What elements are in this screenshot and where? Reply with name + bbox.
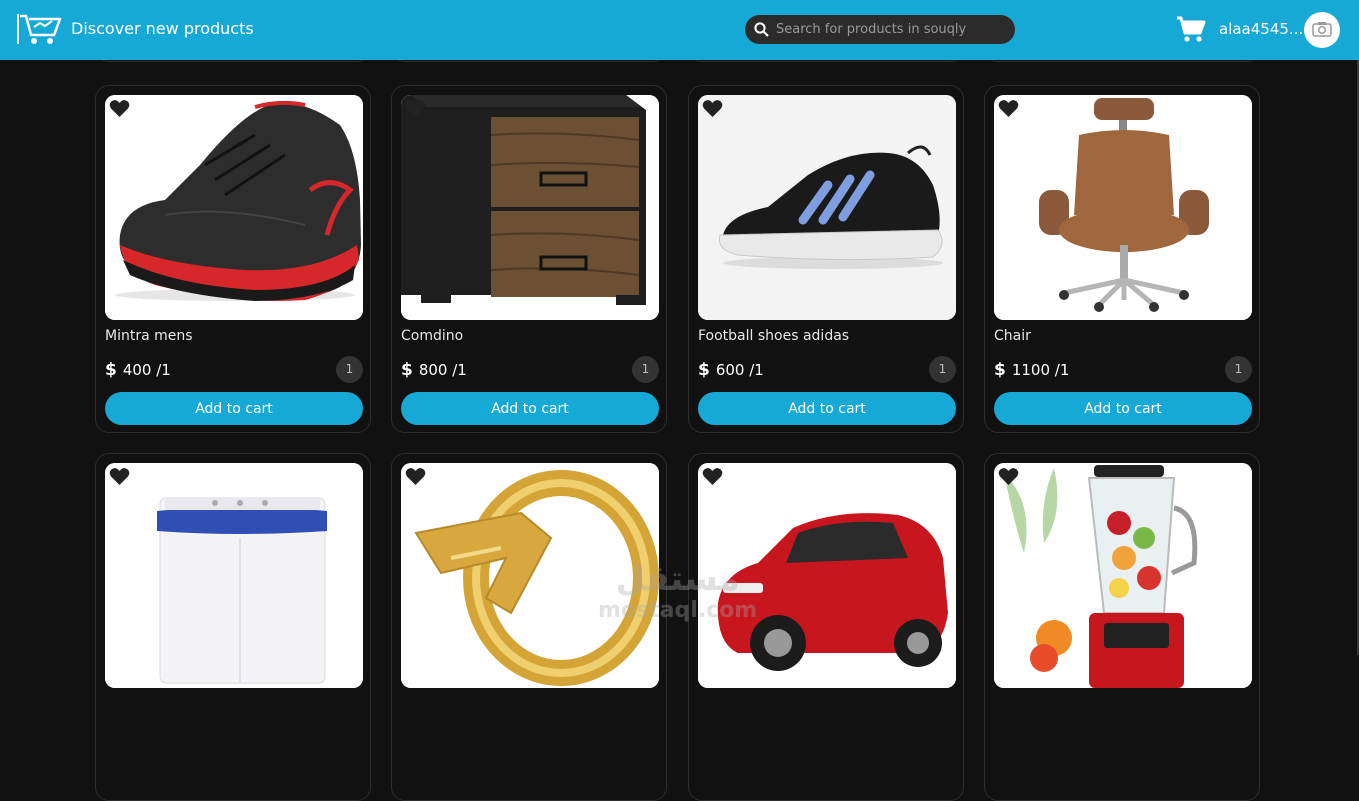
price-value: 400 /1 (122, 361, 171, 379)
watermark-latin: mostaql.com (598, 598, 758, 623)
quantity-badge[interactable]: 1 (336, 356, 363, 383)
product-card (688, 453, 964, 801)
product-name: Comdino (401, 328, 464, 344)
watermark: مستقل mostaql.com (598, 560, 757, 624)
search-input[interactable] (776, 15, 1006, 44)
dollar-icon: $ (401, 360, 413, 380)
quantity-badge[interactable]: 1 (929, 356, 956, 383)
product-image-washing-machine[interactable] (105, 463, 363, 688)
product-name: Mintra mens (105, 328, 193, 344)
product-card: Mintra mens $400 /1 1 Add to cart (95, 85, 371, 433)
avatar-camera-icon (1312, 22, 1332, 37)
product-card: Football shoes adidas $600 /1 1 Add to c… (688, 85, 964, 433)
favorite-heart-icon[interactable] (109, 99, 130, 118)
product-price: $600 /1 (698, 360, 764, 380)
product-image-sneaker[interactable] (105, 95, 363, 320)
add-to-cart-button[interactable]: Add to cart (105, 392, 363, 425)
product-image-adidas-shoe[interactable] (698, 95, 956, 320)
quantity-badge[interactable]: 1 (632, 356, 659, 383)
add-to-cart-button[interactable]: Add to cart (401, 392, 659, 425)
price-value: 800 /1 (418, 361, 467, 379)
search-icon[interactable] (754, 22, 769, 37)
dollar-icon: $ (105, 360, 117, 380)
product-price: $400 /1 (105, 360, 171, 380)
favorite-heart-icon[interactable] (702, 99, 723, 118)
favorite-heart-icon[interactable] (998, 467, 1019, 486)
quantity-badge[interactable]: 1 (1225, 356, 1252, 383)
product-price: $800 /1 (401, 360, 467, 380)
favorite-heart-icon[interactable] (109, 467, 130, 486)
price-value: 1100 /1 (1011, 361, 1070, 379)
add-to-cart-button[interactable]: Add to cart (994, 392, 1252, 425)
username-label[interactable]: alaa4545... (1219, 20, 1303, 38)
product-image-nightstand[interactable] (401, 95, 659, 320)
product-card: Comdino $800 /1 1 Add to cart (391, 85, 667, 433)
top-navbar: Discover new products alaa4545... (0, 0, 1359, 60)
product-image-chair[interactable] (994, 95, 1252, 320)
shopping-cart-icon[interactable] (1176, 15, 1206, 43)
favorite-heart-icon[interactable] (998, 99, 1019, 118)
cart-logo-icon[interactable] (16, 11, 62, 47)
add-to-cart-button[interactable]: Add to cart (698, 392, 956, 425)
search-bar[interactable] (745, 15, 1015, 44)
product-card (391, 453, 667, 801)
product-name: Football shoes adidas (698, 328, 850, 344)
product-card (95, 453, 371, 801)
product-card: Chair $1100 /1 1 Add to cart (984, 85, 1260, 433)
favorite-heart-icon[interactable] (405, 99, 426, 118)
favorite-heart-icon[interactable] (405, 467, 426, 486)
page-title: Discover new products (71, 19, 254, 38)
dollar-icon: $ (994, 360, 1006, 380)
product-name: Chair (994, 328, 1031, 344)
product-card (984, 453, 1260, 801)
watermark-arabic: مستقل (615, 559, 740, 599)
avatar[interactable] (1304, 12, 1340, 48)
dollar-icon: $ (698, 360, 710, 380)
favorite-heart-icon[interactable] (702, 467, 723, 486)
price-value: 600 /1 (715, 361, 764, 379)
product-image-blender[interactable] (994, 463, 1252, 688)
product-price: $1100 /1 (994, 360, 1069, 380)
